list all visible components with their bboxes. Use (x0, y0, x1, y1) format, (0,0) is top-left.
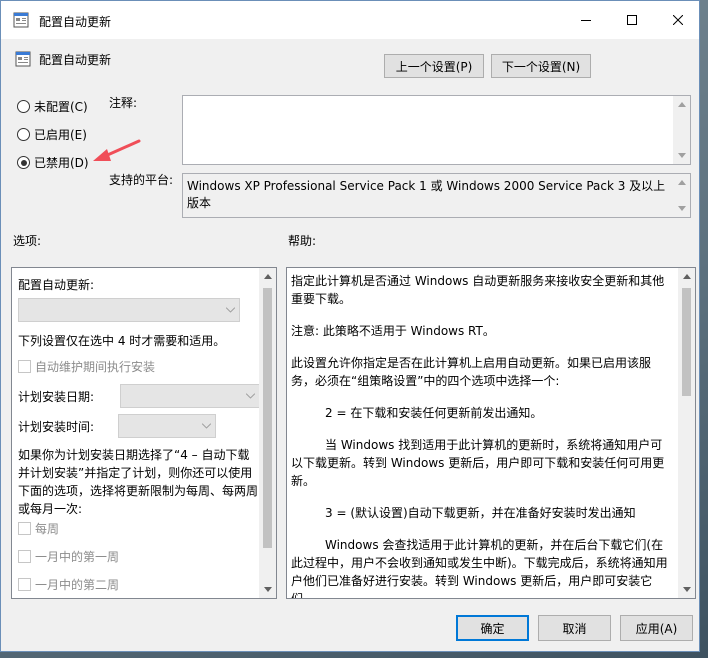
weekly-checkbox[interactable]: 每周 (18, 520, 59, 537)
radio-not-configured[interactable]: 未配置(C) (17, 98, 88, 115)
platform-text: Windows XP Professional Service Pack 1 或… (187, 179, 666, 210)
chevron-down-icon (246, 393, 255, 399)
help-text: 指定此计算机是否通过 Windows 自动更新服务来接收安全更新和其他重要下载。… (287, 268, 678, 598)
help-label: 帮助: (288, 234, 317, 248)
help-paragraph: 注意: 此策略不适用于 Windows RT。 (291, 324, 495, 338)
scroll-up-icon[interactable] (678, 268, 695, 285)
scroll-down-icon[interactable] (673, 147, 690, 164)
scroll-down-icon[interactable] (678, 581, 695, 598)
comment-label: 注释: (109, 96, 138, 110)
help-paragraph: 2 = 在下载和安装任何更新前发出通知。 (325, 406, 543, 420)
options-panel: 配置自动更新: 下列设置仅在选中 4 时才需要和适用。 自动维护期间执行安装 计… (11, 267, 277, 599)
schedule-time-dropdown[interactable] (118, 414, 216, 438)
policy-header-icon (15, 51, 31, 67)
apply-button[interactable]: 应用(A) (620, 615, 693, 641)
platform-label: 支持的平台: (109, 173, 174, 187)
help-scroll-thumb[interactable] (682, 288, 691, 396)
maintenance-install-checkbox[interactable]: 自动维护期间执行安装 (18, 358, 155, 375)
configure-updates-dropdown[interactable] (18, 298, 240, 322)
radio-label: 未配置(C) (34, 100, 88, 114)
help-scrollbar[interactable] (678, 268, 695, 598)
next-setting-button[interactable]: 下一个设置(N) (491, 54, 591, 78)
options-label: 选项: (13, 234, 42, 248)
title-bar: 配置自动更新 (1, 1, 699, 39)
first-week-checkbox[interactable]: 一月中的第一周 (18, 548, 119, 565)
minimize-icon (581, 20, 591, 21)
chevron-down-icon (226, 307, 235, 313)
radio-circle-selected (17, 156, 30, 169)
options-scrollbar[interactable] (259, 268, 276, 598)
previous-setting-button[interactable]: 上一个设置(P) (384, 54, 484, 78)
policy-settings-icon (13, 12, 29, 28)
checkbox-label: 自动维护期间执行安装 (35, 360, 156, 374)
schedule-explanation: 如果你为计划安装日期选择了“4 – 自动下载并计划安装”并指定了计划，则你还可以… (18, 448, 259, 516)
ok-button[interactable]: 确定 (456, 615, 529, 641)
schedule-day-dropdown[interactable] (120, 384, 259, 408)
platform-textbox: Windows XP Professional Service Pack 1 或… (182, 173, 691, 218)
options-scroll-thumb[interactable] (263, 288, 272, 548)
checkbox-label: 一月中的第二周 (35, 578, 120, 592)
scroll-down-icon[interactable] (259, 581, 276, 598)
scroll-up-icon[interactable] (673, 174, 690, 191)
checkbox-box (18, 522, 31, 535)
options-note: 下列设置仅在选中 4 时才需要和适用。 (18, 334, 226, 348)
scroll-up-icon[interactable] (673, 96, 690, 113)
checkbox-label: 一月中的第一周 (35, 550, 120, 564)
second-week-checkbox[interactable]: 一月中的第二周 (18, 576, 119, 593)
help-panel: 指定此计算机是否通过 Windows 自动更新服务来接收安全更新和其他重要下载。… (286, 267, 696, 599)
radio-label: 已启用(E) (34, 128, 87, 142)
checkbox-label: 每周 (35, 522, 60, 536)
checkbox-box (18, 360, 31, 373)
help-paragraph: 当 Windows 找到适用于此计算机的更新时，系统将通知用户可以下载更新。转到… (291, 438, 665, 488)
annotation-arrow-icon (93, 139, 141, 161)
comment-scrollbar[interactable] (673, 96, 690, 164)
maximize-icon (627, 15, 637, 25)
radio-disabled[interactable]: 已禁用(D) (17, 154, 89, 171)
radio-circle (17, 100, 30, 113)
help-paragraph: 3 = (默认设置)自动下载更新，并在准备好安装时发出通知 (325, 506, 636, 520)
cancel-button[interactable]: 取消 (538, 615, 611, 641)
minimize-button[interactable] (563, 1, 609, 39)
schedule-day-label: 计划安装日期: (18, 390, 95, 404)
radio-enabled[interactable]: 已启用(E) (17, 126, 87, 143)
close-icon (673, 15, 683, 25)
policy-header-title: 配置自动更新 (39, 53, 112, 67)
schedule-time-label: 计划安装时间: (18, 420, 95, 434)
close-button[interactable] (655, 1, 701, 39)
comment-textarea[interactable] (182, 95, 691, 165)
maximize-button[interactable] (609, 1, 655, 39)
radio-circle (17, 128, 30, 141)
scroll-down-icon[interactable] (673, 200, 690, 217)
scroll-up-icon[interactable] (259, 268, 276, 285)
help-paragraph: 此设置允许你指定是否在此计算机上启用自动更新。如果已启用该服务，必须在“组策略设… (291, 356, 652, 388)
window-title: 配置自动更新 (39, 15, 112, 29)
chevron-down-icon (202, 423, 211, 429)
configure-updates-label: 配置自动更新: (18, 278, 95, 292)
help-paragraph: 指定此计算机是否通过 Windows 自动更新服务来接收安全更新和其他重要下载。 (291, 274, 665, 306)
checkbox-box (18, 578, 31, 591)
policy-dialog: 配置自动更新 配置自动更新 上一个设置(P) 下一个设置(N) 未配置(C) 已… (0, 0, 700, 652)
platform-scrollbar[interactable] (673, 174, 690, 217)
checkbox-box (18, 550, 31, 563)
radio-label: 已禁用(D) (34, 156, 89, 170)
help-paragraph: Windows 会查找适用于此计算机的更新，并在后台下载它们(在此过程中，用户不… (291, 538, 668, 598)
